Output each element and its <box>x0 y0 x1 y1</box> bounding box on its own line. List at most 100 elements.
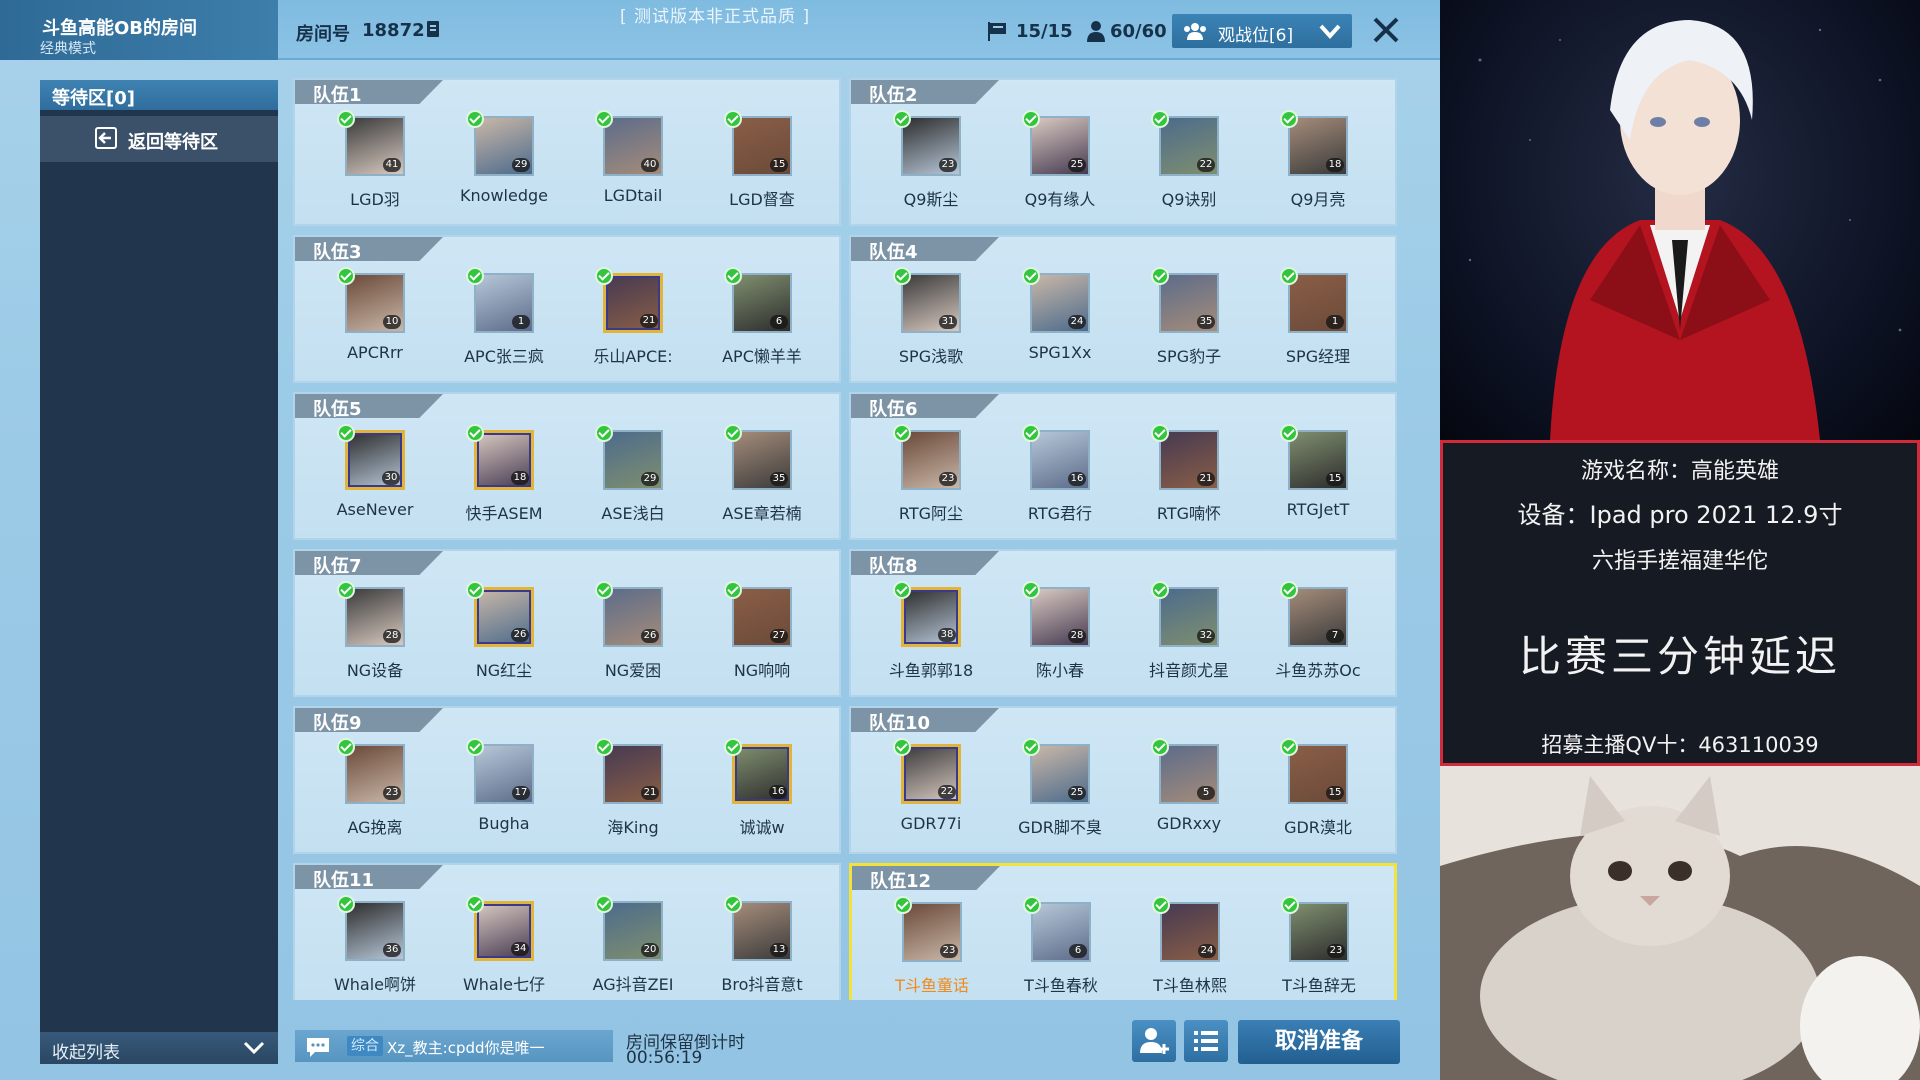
player-slot[interactable]: 22 GDR77i <box>871 738 991 844</box>
team-card[interactable]: 队伍7 28 NG设备 26 NG红尘 26 NG爱困 27 NG响响 <box>293 549 841 697</box>
avatar[interactable]: 25 <box>1030 744 1090 804</box>
player-slot[interactable]: 18 Q9月亮 <box>1258 110 1378 216</box>
avatar[interactable]: 5 <box>1159 744 1219 804</box>
player-slot[interactable]: 41 LGD羽 <box>315 110 435 216</box>
avatar[interactable]: 36 <box>345 901 405 961</box>
player-slot[interactable]: 15 RTGJetT <box>1258 424 1378 530</box>
player-slot[interactable]: 24 SPG1Xx <box>1000 267 1120 373</box>
team-card[interactable]: 队伍12 23 T斗鱼童话 6 T斗鱼春秋 24 T斗鱼林熙 23 T斗鱼辞无 <box>849 863 1397 1000</box>
avatar[interactable]: 22 <box>1159 116 1219 176</box>
player-slot[interactable]: 29 Knowledge <box>444 110 564 216</box>
avatar[interactable]: 34 <box>474 901 534 961</box>
avatar[interactable]: 16 <box>732 744 792 804</box>
player-slot[interactable]: 31 SPG浅歌 <box>871 267 991 373</box>
avatar[interactable]: 29 <box>474 116 534 176</box>
avatar[interactable]: 21 <box>1159 430 1219 490</box>
player-slot[interactable]: 24 T斗鱼林熙 <box>1130 896 1250 1000</box>
avatar[interactable]: 1 <box>1288 273 1348 333</box>
avatar[interactable]: 6 <box>1031 902 1091 962</box>
avatar[interactable]: 23 <box>901 430 961 490</box>
player-slot[interactable]: 6 T斗鱼春秋 <box>1001 896 1121 1000</box>
player-slot[interactable]: 26 NG爱困 <box>573 581 693 687</box>
player-slot[interactable]: 21 海King <box>573 738 693 844</box>
team-card[interactable]: 队伍8 38 斗鱼郭郭18 28 陈小春 32 抖音颜尤星 7 斗鱼苏苏Oc <box>849 549 1397 697</box>
avatar[interactable]: 24 <box>1160 902 1220 962</box>
avatar[interactable]: 10 <box>345 273 405 333</box>
avatar[interactable]: 17 <box>474 744 534 804</box>
avatar[interactable]: 18 <box>474 430 534 490</box>
player-slot[interactable]: 22 Q9诀别 <box>1129 110 1249 216</box>
player-slot[interactable]: 15 GDR漠北 <box>1258 738 1378 844</box>
avatar[interactable]: 15 <box>1288 430 1348 490</box>
avatar[interactable]: 30 <box>345 430 405 490</box>
avatar[interactable]: 25 <box>1030 116 1090 176</box>
avatar[interactable]: 27 <box>732 587 792 647</box>
player-slot[interactable]: 21 RTG喃怀 <box>1129 424 1249 530</box>
player-slot[interactable]: 5 GDRxxy <box>1129 738 1249 844</box>
player-slot[interactable]: 10 APCRrr <box>315 267 435 373</box>
avatar[interactable]: 32 <box>1159 587 1219 647</box>
player-slot[interactable]: 17 Bugha <box>444 738 564 844</box>
list-button[interactable] <box>1184 1020 1228 1062</box>
player-slot[interactable]: 13 Bro抖音意t <box>702 895 822 1000</box>
player-slot[interactable]: 23 T斗鱼辞无 <box>1259 896 1379 1000</box>
avatar[interactable]: 35 <box>1159 273 1219 333</box>
team-card[interactable]: 队伍11 36 Whale啊饼 34 Whale七仔 20 AG抖音ZEI 13 Bro抖音意t <box>293 863 841 1000</box>
player-slot[interactable]: 16 诚诚w <box>702 738 822 844</box>
player-slot[interactable]: 27 NG响响 <box>702 581 822 687</box>
avatar[interactable]: 6 <box>732 273 792 333</box>
player-slot[interactable]: 28 NG设备 <box>315 581 435 687</box>
player-slot[interactable]: 35 ASE章若楠 <box>702 424 822 530</box>
player-slot[interactable]: 21 乐山APCE: <box>573 267 693 373</box>
team-card[interactable]: 队伍4 31 SPG浅歌 24 SPG1Xx 35 SPG豹子 1 SPG经理 <box>849 235 1397 383</box>
avatar[interactable]: 15 <box>732 116 792 176</box>
player-slot[interactable]: 1 SPG经理 <box>1258 267 1378 373</box>
team-card[interactable]: 队伍3 10 APCRrr 1 APC张三疯 21 乐山APCE: 6 APC懒羊羊 <box>293 235 841 383</box>
team-card[interactable]: 队伍2 23 Q9斯尘 25 Q9有缘人 22 Q9诀别 18 Q9月亮 <box>849 78 1397 226</box>
collapse-list-button[interactable]: 收起列表 <box>40 1032 278 1064</box>
avatar[interactable]: 28 <box>345 587 405 647</box>
avatar[interactable]: 13 <box>732 901 792 961</box>
avatar[interactable]: 26 <box>603 587 663 647</box>
avatar[interactable]: 16 <box>1030 430 1090 490</box>
avatar[interactable]: 26 <box>474 587 534 647</box>
player-slot[interactable]: 7 斗鱼苏苏Oc <box>1258 581 1378 687</box>
avatar[interactable]: 21 <box>603 744 663 804</box>
avatar[interactable]: 40 <box>603 116 663 176</box>
avatar[interactable]: 20 <box>603 901 663 961</box>
player-slot[interactable]: 25 Q9有缘人 <box>1000 110 1120 216</box>
avatar[interactable]: 22 <box>901 744 961 804</box>
player-slot[interactable]: 20 AG抖音ZEI <box>573 895 693 1000</box>
avatar[interactable]: 24 <box>1030 273 1090 333</box>
avatar[interactable]: 35 <box>732 430 792 490</box>
player-slot[interactable]: 26 NG红尘 <box>444 581 564 687</box>
player-slot[interactable]: 25 GDR脚不臭 <box>1000 738 1120 844</box>
avatar[interactable]: 7 <box>1288 587 1348 647</box>
player-slot[interactable]: 23 T斗鱼童话 <box>872 896 992 1000</box>
player-slot[interactable]: 1 APC张三疯 <box>444 267 564 373</box>
avatar[interactable]: 23 <box>901 116 961 176</box>
player-slot[interactable]: 23 Q9斯尘 <box>871 110 991 216</box>
cancel-ready-button[interactable]: 取消准备 <box>1238 1020 1400 1064</box>
player-slot[interactable]: 23 RTG阿尘 <box>871 424 991 530</box>
team-card[interactable]: 队伍10 22 GDR77i 25 GDR脚不臭 5 GDRxxy 15 GDR漠北 <box>849 706 1397 854</box>
player-slot[interactable]: 36 Whale啊饼 <box>315 895 435 1000</box>
player-slot[interactable]: 18 快手ASEM <box>444 424 564 530</box>
avatar[interactable]: 23 <box>902 902 962 962</box>
player-slot[interactable]: 40 LGDtail <box>573 110 693 216</box>
avatar[interactable]: 23 <box>1289 902 1349 962</box>
avatar[interactable]: 15 <box>1288 744 1348 804</box>
avatar[interactable]: 23 <box>345 744 405 804</box>
player-slot[interactable]: 34 Whale七仔 <box>444 895 564 1000</box>
avatar[interactable]: 18 <box>1288 116 1348 176</box>
team-card[interactable]: 队伍6 23 RTG阿尘 16 RTG君行 21 RTG喃怀 15 RTGJetT <box>849 392 1397 540</box>
player-slot[interactable]: 28 陈小春 <box>1000 581 1120 687</box>
avatar[interactable]: 28 <box>1030 587 1090 647</box>
player-slot[interactable]: 38 斗鱼郭郭18 <box>871 581 991 687</box>
player-slot[interactable]: 30 AseNever <box>315 424 435 530</box>
avatar[interactable]: 1 <box>474 273 534 333</box>
player-slot[interactable]: 6 APC懒羊羊 <box>702 267 822 373</box>
copy-icon[interactable] <box>426 20 442 40</box>
waiting-area-tab[interactable]: 等待区[0] <box>40 80 278 110</box>
player-slot[interactable]: 32 抖音颜尤星 <box>1129 581 1249 687</box>
